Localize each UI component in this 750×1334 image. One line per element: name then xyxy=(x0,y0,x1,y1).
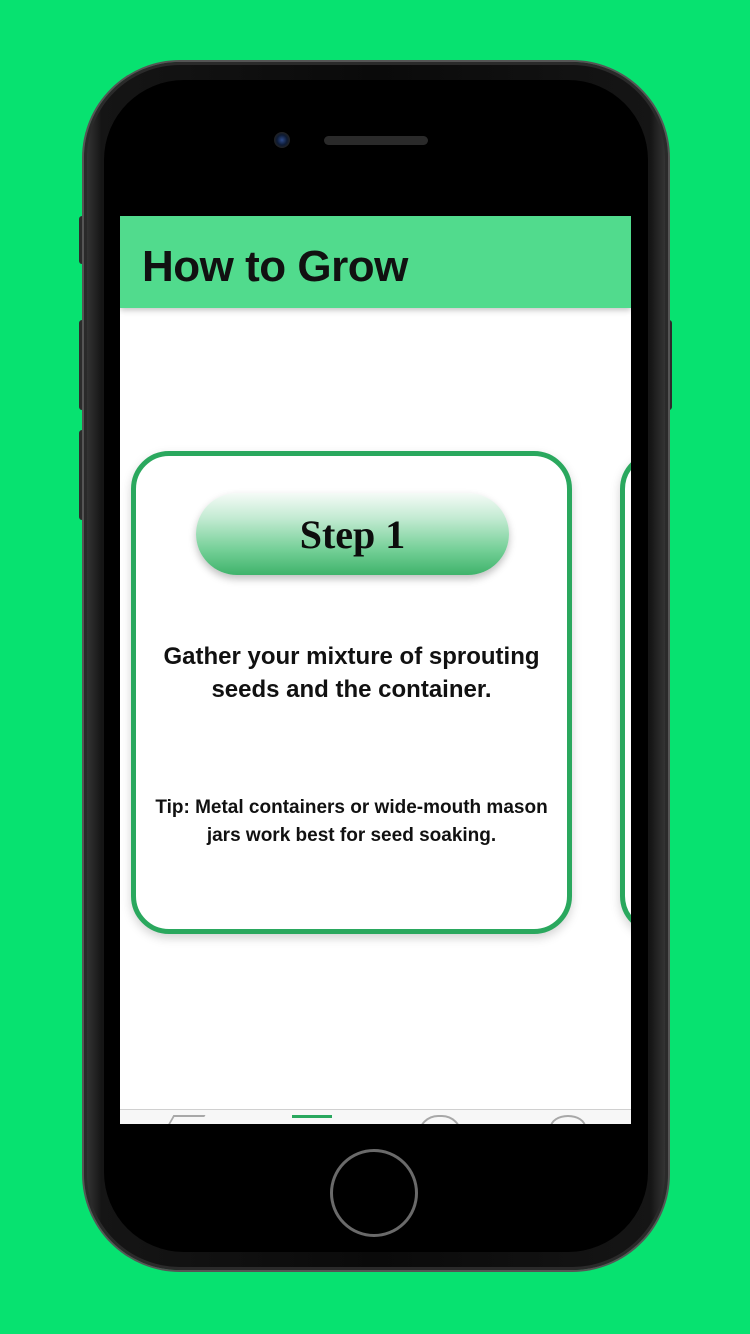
front-camera-icon xyxy=(274,132,290,148)
nav-header: How to Grow xyxy=(120,216,631,308)
page-title: How to Grow xyxy=(142,242,408,291)
person-icon[interactable] xyxy=(550,1115,586,1124)
step-tip: Tip: Metal containers or wide-mouth maso… xyxy=(155,797,548,846)
next-step-card[interactable] xyxy=(620,451,631,934)
home-button[interactable] xyxy=(330,1149,418,1237)
step-instruction: Gather your mixture of sprouting seeds a… xyxy=(163,643,540,703)
app-screen: How to Grow Step 1 Gather your mixture o… xyxy=(120,216,631,1124)
tab-bar xyxy=(120,1109,631,1124)
earpiece-speaker xyxy=(324,136,428,145)
step-label: Step 1 xyxy=(299,511,406,557)
step-card[interactable]: Step 1 Gather your mixture of sprouting … xyxy=(131,451,572,934)
step-badge: Step 1 xyxy=(196,493,509,575)
heart-icon[interactable] xyxy=(418,1115,462,1124)
list-icon[interactable] xyxy=(292,1115,332,1124)
stage: How to Grow Step 1 Gather your mixture o… xyxy=(0,0,750,1334)
home-icon[interactable] xyxy=(166,1115,206,1124)
